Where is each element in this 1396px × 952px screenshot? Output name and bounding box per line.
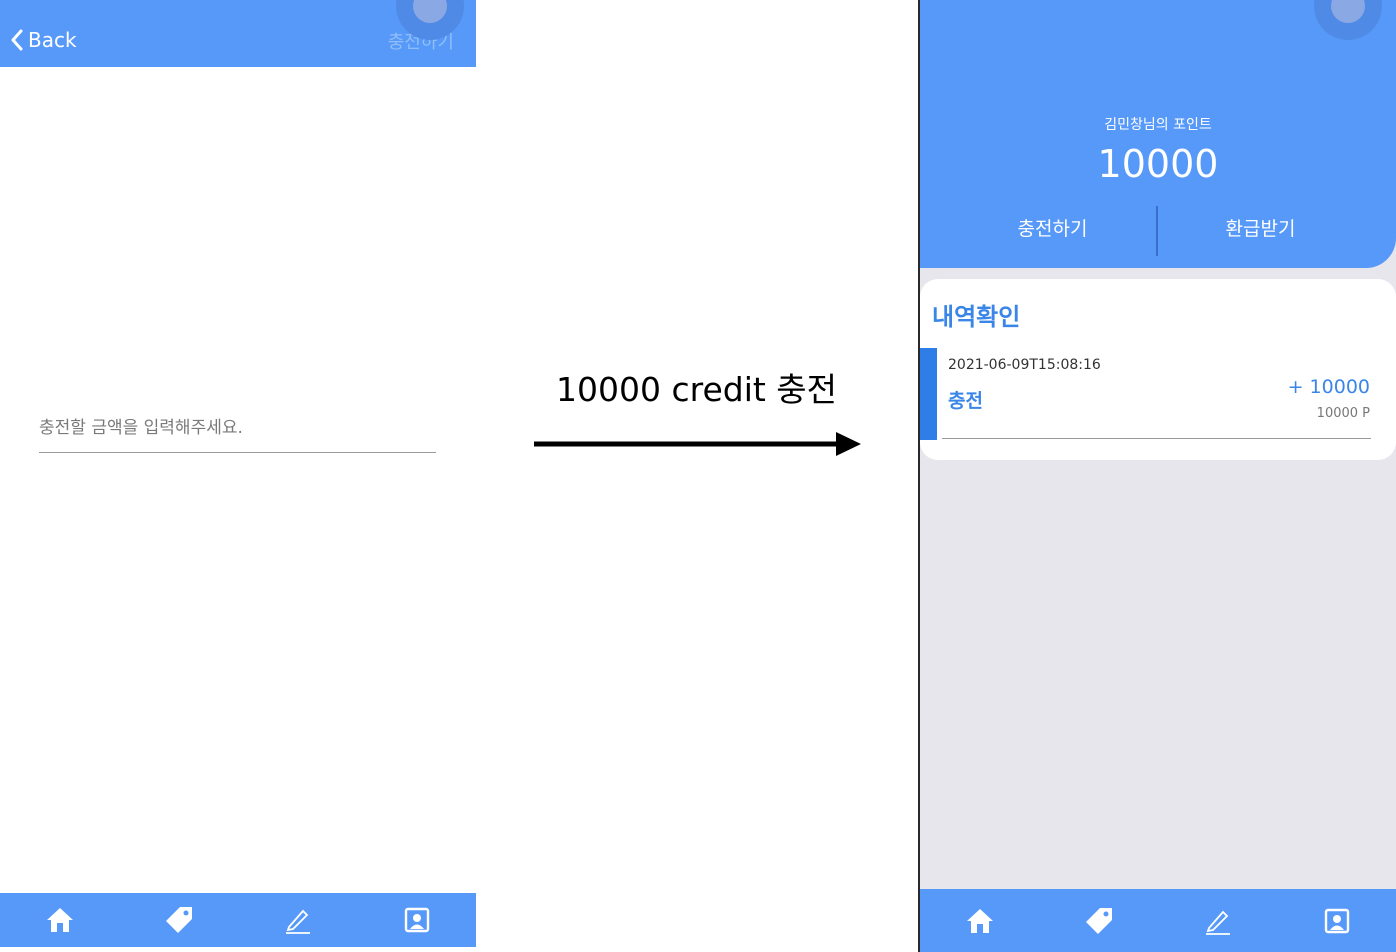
charge-input-screen: Back 충전하기 xyxy=(0,0,476,947)
points-balance: 10000 xyxy=(1097,142,1219,186)
tab-profile[interactable] xyxy=(1317,901,1357,941)
transition-caption: 10000 credit 충전 xyxy=(556,370,838,409)
history-item-accent xyxy=(920,348,937,440)
charge-button[interactable]: 충전하기 xyxy=(965,214,1140,241)
charge-amount-input[interactable] xyxy=(39,404,436,453)
home-icon xyxy=(46,908,73,932)
home-icon xyxy=(966,908,993,933)
arrow-right-icon xyxy=(534,432,861,456)
tag-icon xyxy=(1085,907,1112,934)
chevron-left-icon xyxy=(11,29,23,51)
bottom-tab-bar xyxy=(0,893,476,947)
touch-indicator xyxy=(1314,0,1382,40)
back-button[interactable]: Back xyxy=(10,20,77,60)
button-divider xyxy=(1156,206,1158,256)
points-header: 김민창님의 포인트 10000 충전하기 환급받기 xyxy=(920,0,1396,268)
pencil-icon xyxy=(1205,910,1230,935)
nav-header: Back 충전하기 xyxy=(0,0,476,67)
tab-tags[interactable] xyxy=(1079,901,1119,941)
history-item-divider xyxy=(942,438,1371,439)
tab-write[interactable] xyxy=(278,900,318,940)
history-title: 내역확인 xyxy=(932,303,1021,331)
points-owner-label: 김민창님의 포인트 xyxy=(1104,117,1212,133)
tab-tags[interactable] xyxy=(159,900,199,940)
history-item-type: 충전 xyxy=(948,390,983,412)
points-screen: 김민창님의 포인트 10000 충전하기 환급받기 내역확인 2021-06-0… xyxy=(920,0,1396,952)
bottom-tab-bar xyxy=(920,889,1396,952)
tab-profile[interactable] xyxy=(397,900,437,940)
tag-icon xyxy=(165,907,192,933)
tab-home[interactable] xyxy=(960,901,1000,941)
history-item-amount: + 10000 xyxy=(1287,376,1370,398)
pencil-icon xyxy=(285,909,310,934)
profile-icon xyxy=(1324,908,1349,933)
history-item-balance: 10000 P xyxy=(1316,406,1370,421)
back-label: Back xyxy=(28,28,77,52)
tab-write[interactable] xyxy=(1198,901,1238,941)
tab-home[interactable] xyxy=(40,900,80,940)
profile-icon xyxy=(404,907,429,933)
history-item-date: 2021-06-09T15:08:16 xyxy=(948,357,1101,373)
refund-button[interactable]: 환급받기 xyxy=(1173,214,1348,241)
